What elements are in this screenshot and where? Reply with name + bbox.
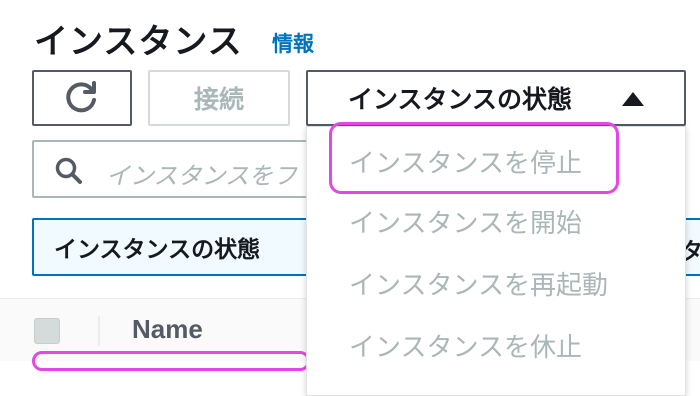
column-separator [98,316,100,346]
column-header-name[interactable]: Name [132,314,203,345]
connect-button[interactable]: 接続 [148,70,290,126]
search-placeholder: インスタンスをフ [106,162,298,190]
menu-item-reboot-instance[interactable]: インスタンスを再起動 [349,265,608,302]
search-input[interactable]: インスタンスをフ [32,140,332,198]
instance-state-button[interactable]: インスタンスの状態 [306,70,686,126]
refresh-button[interactable] [32,70,132,126]
page-title: インスタンス [34,22,243,62]
select-all-checkbox[interactable] [34,318,60,344]
refresh-icon [66,81,96,113]
menu-item-hibernate-instance[interactable]: インスタンスを休止 [349,327,582,364]
highlight-annotation-row [32,351,310,371]
highlight-annotation-stop [329,122,619,194]
instance-state-label: インスタンスの状態 [348,85,573,114]
filter-token-label: インスタンスの状態 [54,237,261,263]
menu-item-start-instance[interactable]: インスタンスを開始 [349,203,582,240]
info-link[interactable]: 情報 [272,28,314,58]
search-icon [55,157,82,184]
caret-up-icon [622,92,644,106]
filter-token-instance-state[interactable]: インスタンスの状態 [32,218,332,276]
